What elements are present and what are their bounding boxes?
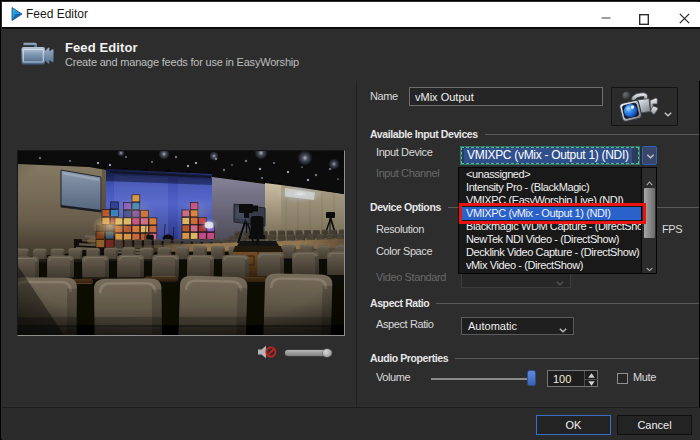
fps-label: FPS (662, 223, 682, 235)
maximize-button[interactable] (628, 2, 660, 27)
dropdown-item[interactable]: Blackmagic WDM Capture - (DirectShow) (459, 220, 641, 233)
aspect-ratio-combobox[interactable]: Automatic (461, 317, 574, 335)
volume-spin-up-button[interactable] (585, 371, 598, 379)
input-channel-label: Input Channel (376, 167, 439, 179)
dropdown-item[interactable]: Intensity Pro - (BlackMagic) (459, 181, 641, 194)
input-device-combobox[interactable]: VMIXPC (vMix - Output 1) (NDI) (460, 146, 640, 165)
feed-camera-icon (21, 42, 54, 69)
available-input-devices-header: Available Input Devices (370, 128, 699, 140)
close-button[interactable] (668, 2, 700, 27)
resolution-label: Resolution (376, 223, 424, 235)
video-standard-chevron-icon (556, 276, 564, 288)
dropdown-item[interactable]: vMix Video - (DirectShow) (459, 259, 641, 272)
window-title: Feed Editor (26, 7, 88, 21)
audio-properties-header-text: Audio Properties (370, 352, 448, 364)
volume-spin-down-button[interactable] (585, 379, 598, 387)
dropdown-item[interactable]: NewTek NDI Video - (DirectShow) (459, 233, 641, 246)
input-device-dropdown-button[interactable] (642, 146, 657, 165)
aspect-ratio-header: Aspect Ratio (370, 297, 699, 309)
available-input-devices-header-text: Available Input Devices (370, 128, 478, 140)
minimize-button[interactable] (590, 2, 622, 27)
title-bar[interactable]: Feed Editor (2, 2, 700, 27)
name-label: Name (370, 90, 398, 102)
aspect-ratio-chevron-icon (559, 323, 567, 335)
mute-label: Mute (633, 371, 656, 383)
name-input-value: vMix Output (415, 91, 474, 103)
input-device-dropdown-list[interactable]: <unassigned>Intensity Pro - (BlackMagic)… (458, 167, 657, 274)
preview-volume-control (257, 344, 345, 361)
preview-volume-thumb[interactable] (323, 349, 331, 357)
cancel-button[interactable]: Cancel (617, 415, 692, 435)
spin-down-icon (588, 381, 595, 386)
header-subtitle: Create and manage feeds for use in EasyW… (65, 56, 299, 68)
scrollbar-thumb[interactable] (644, 188, 655, 238)
spin-up-icon (588, 373, 595, 378)
panel-divider (356, 81, 357, 407)
audio-properties-header: Audio Properties (370, 352, 699, 364)
dropdown-item[interactable]: <unassigned> (459, 168, 641, 181)
scroll-down-icon[interactable] (646, 258, 657, 269)
chevron-down-icon (646, 154, 655, 159)
feed-editor-dialog: Feed Editor Feed Editor Create and manag… (0, 0, 700, 440)
color-space-label: Color Space (376, 245, 432, 257)
video-preview-image (18, 151, 344, 335)
name-input[interactable]: vMix Output (409, 87, 603, 106)
input-device-label: Input Device (376, 146, 432, 158)
dropdown-scrollbar[interactable] (641, 168, 656, 273)
audio-properties-header-rule (455, 358, 699, 359)
volume-spinner (584, 371, 597, 386)
header-title: Feed Editor (65, 40, 138, 55)
volume-slider-track[interactable] (431, 378, 536, 380)
volume-value: 100 (553, 373, 571, 385)
scroll-up-icon[interactable] (646, 172, 657, 183)
camera-button-chevron-icon (664, 103, 672, 121)
input-device-value: VMIXPC (vMix - Output 1) (NDI) (464, 148, 632, 163)
camera-3d-icon (619, 90, 659, 127)
dropdown-item[interactable]: Decklink Video Capture - (DirectShow) (459, 246, 641, 259)
dialog-header: Feed Editor Create and manage feeds for … (2, 29, 700, 81)
volume-spinbox[interactable]: 100 (547, 370, 598, 387)
aspect-ratio-header-text: Aspect Ratio (370, 297, 429, 309)
mute-checkbox[interactable] (617, 373, 628, 384)
camera-source-button[interactable] (611, 87, 678, 126)
video-standard-label: Video Standard (376, 271, 446, 283)
dropdown-item[interactable]: VMIXPC (EasyWorship Live) (NDI) (459, 194, 641, 207)
available-input-devices-header-rule (485, 134, 699, 135)
aspect-ratio-label: Aspect Ratio (376, 318, 434, 330)
footer-bar: OK Cancel (2, 407, 700, 440)
device-options-header-text: Device Options (370, 201, 441, 213)
ok-button[interactable]: OK (536, 415, 611, 435)
speaker-muted-icon[interactable] (257, 345, 277, 363)
easyworship-logo-icon (11, 7, 23, 25)
video-preview (17, 150, 345, 336)
volume-label: Volume (376, 371, 410, 383)
dropdown-item[interactable]: VMIXPC (vMix - Output 1) (NDI) (459, 207, 641, 220)
aspect-ratio-value: Automatic (468, 320, 517, 332)
volume-slider-thumb[interactable] (527, 370, 536, 386)
aspect-ratio-header-rule (436, 303, 699, 304)
dropdown-items: <unassigned>Intensity Pro - (BlackMagic)… (459, 168, 656, 272)
